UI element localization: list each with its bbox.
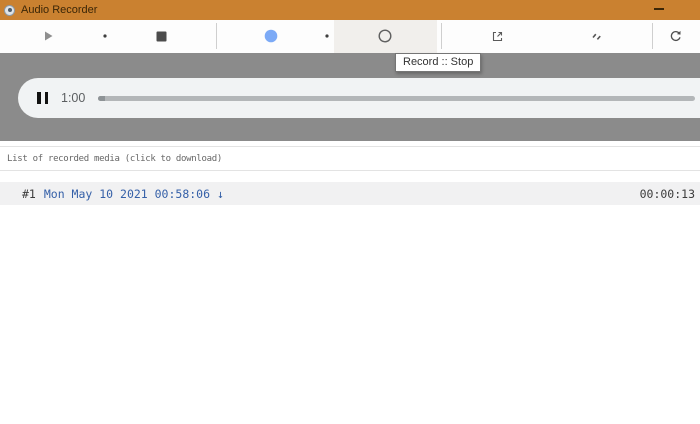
record-pause-button[interactable] xyxy=(255,20,287,52)
recording-timestamp: Mon May 10 2021 00:58:06 xyxy=(43,186,211,201)
audio-recorder-window: Audio Recorder Record:: Stop 1:00 List … xyxy=(0,0,700,424)
app-icon xyxy=(4,4,15,16)
seek-slider[interactable] xyxy=(98,95,695,101)
stop-playback-button[interactable] xyxy=(145,20,177,52)
row-index: #1 xyxy=(22,186,36,201)
reload-button[interactable] xyxy=(659,20,691,52)
minimize-button[interactable] xyxy=(648,0,670,18)
open-window-icon xyxy=(492,31,502,41)
seek-played-portion xyxy=(98,95,105,101)
toolbar-separator xyxy=(441,23,442,49)
media-list-header: List of recorded media (click to downloa… xyxy=(0,146,700,171)
record-marker-button[interactable] xyxy=(311,20,343,52)
app-icon-core xyxy=(7,8,12,12)
download-link[interactable]: Mon May 10 2021 00:58:06 ↓ xyxy=(44,187,224,201)
minimize-icon xyxy=(654,8,664,10)
current-time: 1:00 xyxy=(61,91,86,105)
toolbar-separator xyxy=(652,23,653,49)
record-icon xyxy=(378,29,392,43)
trim-icon xyxy=(591,33,601,40)
record-pause-icon xyxy=(264,29,278,43)
pause-button[interactable] xyxy=(37,92,48,104)
dot-icon xyxy=(103,34,107,38)
play-button[interactable] xyxy=(32,20,64,52)
media-row[interactable]: #1 Mon May 10 2021 00:58:06 ↓ 00:00:13 xyxy=(0,182,700,205)
record-button[interactable] xyxy=(369,20,401,52)
stop-icon xyxy=(156,31,166,41)
pause-icon xyxy=(37,92,41,104)
toolbar xyxy=(0,20,700,53)
dot-icon xyxy=(325,34,329,38)
tooltip-record-stop: Record :: Stop xyxy=(395,53,482,72)
play-marker-button[interactable] xyxy=(89,20,121,52)
toolbar-separator xyxy=(216,23,217,49)
download-icon: ↓ xyxy=(217,186,224,201)
audio-player: 1:00 xyxy=(18,78,700,118)
reload-icon xyxy=(670,30,681,41)
trim-button[interactable] xyxy=(580,20,612,52)
titlebar: Audio Recorder xyxy=(0,0,700,20)
pause-icon xyxy=(44,92,48,104)
window-title: Audio Recorder xyxy=(21,4,98,16)
player-panel: 1:00 xyxy=(0,53,700,141)
recording-duration: 00:00:13 xyxy=(639,186,695,201)
open-window-button[interactable] xyxy=(481,20,513,52)
play-icon xyxy=(44,31,52,41)
